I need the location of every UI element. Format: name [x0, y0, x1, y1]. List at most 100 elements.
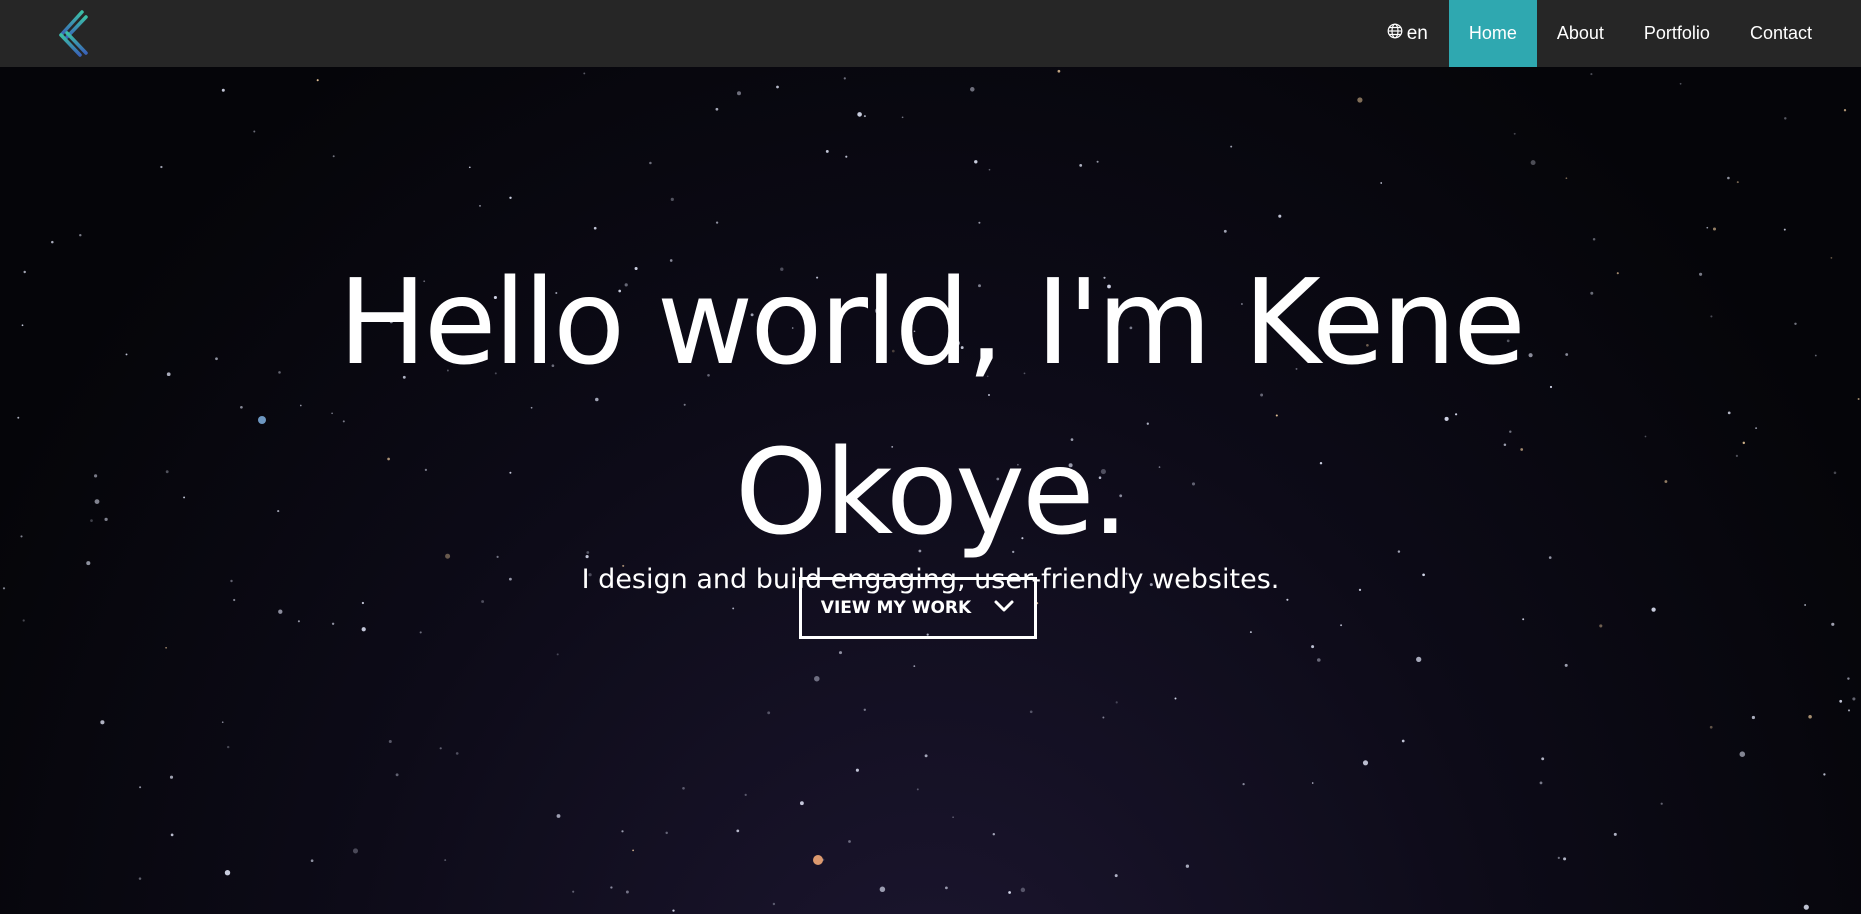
star: [1115, 701, 1118, 704]
star: [924, 754, 928, 758]
star: [857, 112, 862, 117]
star: [556, 653, 559, 656]
star: [1008, 891, 1011, 894]
star: [649, 161, 652, 165]
star: [1706, 226, 1709, 229]
star: [1286, 598, 1289, 601]
star: [863, 708, 866, 711]
star: [1317, 658, 1321, 662]
nav-link-home[interactable]: Home: [1448, 0, 1537, 67]
star: [1831, 622, 1835, 626]
star: [224, 870, 231, 876]
view-my-work-button[interactable]: VIEW MY WORK: [799, 577, 1037, 639]
star: [227, 745, 230, 749]
language-selector[interactable]: en: [1387, 0, 1449, 67]
star: [772, 902, 776, 906]
star: [1852, 697, 1856, 701]
nav-link-contact[interactable]: Contact: [1730, 0, 1861, 67]
view-my-work-label: VIEW MY WORK: [820, 598, 972, 618]
star: [825, 149, 829, 153]
star: [632, 849, 634, 852]
bright-star: [813, 855, 823, 865]
star: [901, 116, 904, 119]
star: [22, 619, 25, 622]
star: [100, 720, 105, 725]
star: [138, 877, 142, 880]
star: [814, 675, 820, 682]
hero-title-line-2: Okoye.: [734, 423, 1129, 561]
star: [1727, 176, 1730, 180]
star: [715, 107, 719, 111]
star: [361, 601, 365, 605]
star: [736, 829, 740, 833]
star: [1230, 145, 1233, 148]
star: [1311, 645, 1315, 649]
star: [732, 607, 735, 610]
star: [625, 890, 629, 894]
star: [682, 786, 685, 790]
star: [139, 786, 142, 789]
star: [1563, 857, 1567, 861]
star: [221, 88, 225, 92]
star: [715, 221, 719, 224]
star: [1249, 631, 1252, 634]
star: [1102, 716, 1105, 719]
star: [855, 768, 859, 772]
star: [1847, 677, 1850, 680]
star: [419, 631, 422, 634]
star: [621, 830, 624, 833]
star: [1185, 864, 1190, 868]
nav-link-portfolio[interactable]: Portfolio: [1624, 0, 1730, 67]
star: [1847, 709, 1851, 712]
star: [1539, 781, 1543, 785]
star: [879, 886, 886, 893]
star: [1311, 782, 1314, 784]
star: [670, 197, 674, 201]
star: [1783, 228, 1786, 231]
nav-link-about[interactable]: About: [1537, 0, 1624, 67]
star: [310, 859, 314, 863]
language-label: en: [1406, 22, 1428, 44]
star: [160, 165, 163, 169]
star: [1223, 229, 1227, 233]
star: [1712, 227, 1717, 231]
star: [1096, 160, 1099, 163]
star: [1541, 757, 1545, 761]
navbar: en Home About Portfolio Contact: [0, 0, 1861, 67]
star: [848, 840, 851, 843]
star: [1590, 73, 1593, 76]
star: [316, 79, 319, 82]
star: [988, 168, 991, 171]
star: [1599, 624, 1603, 628]
star: [481, 600, 485, 603]
star: [1114, 874, 1118, 878]
star: [1736, 181, 1739, 184]
globe-icon: [1387, 23, 1407, 45]
star: [1739, 751, 1746, 757]
star: [444, 859, 447, 862]
star: [1823, 773, 1826, 776]
star: [1357, 97, 1363, 103]
k-monogram-logo-icon[interactable]: [44, 7, 88, 59]
star: [974, 160, 978, 164]
star: [395, 773, 399, 777]
hero-title-line-1: Hello world, I'm Kene: [338, 253, 1526, 391]
star: [1174, 697, 1177, 700]
star: [1416, 656, 1422, 663]
star: [952, 816, 954, 819]
star: [1380, 182, 1383, 184]
star: [1557, 856, 1560, 860]
star: [767, 711, 771, 715]
star: [439, 747, 442, 750]
star: [233, 598, 236, 602]
star: [970, 87, 975, 92]
star: [170, 833, 174, 837]
star: [221, 721, 224, 724]
star: [863, 115, 866, 118]
star: [1808, 715, 1812, 719]
star: [1709, 725, 1713, 729]
star: [1278, 214, 1282, 218]
star: [776, 85, 779, 89]
star: [455, 752, 459, 755]
star: [331, 622, 335, 625]
